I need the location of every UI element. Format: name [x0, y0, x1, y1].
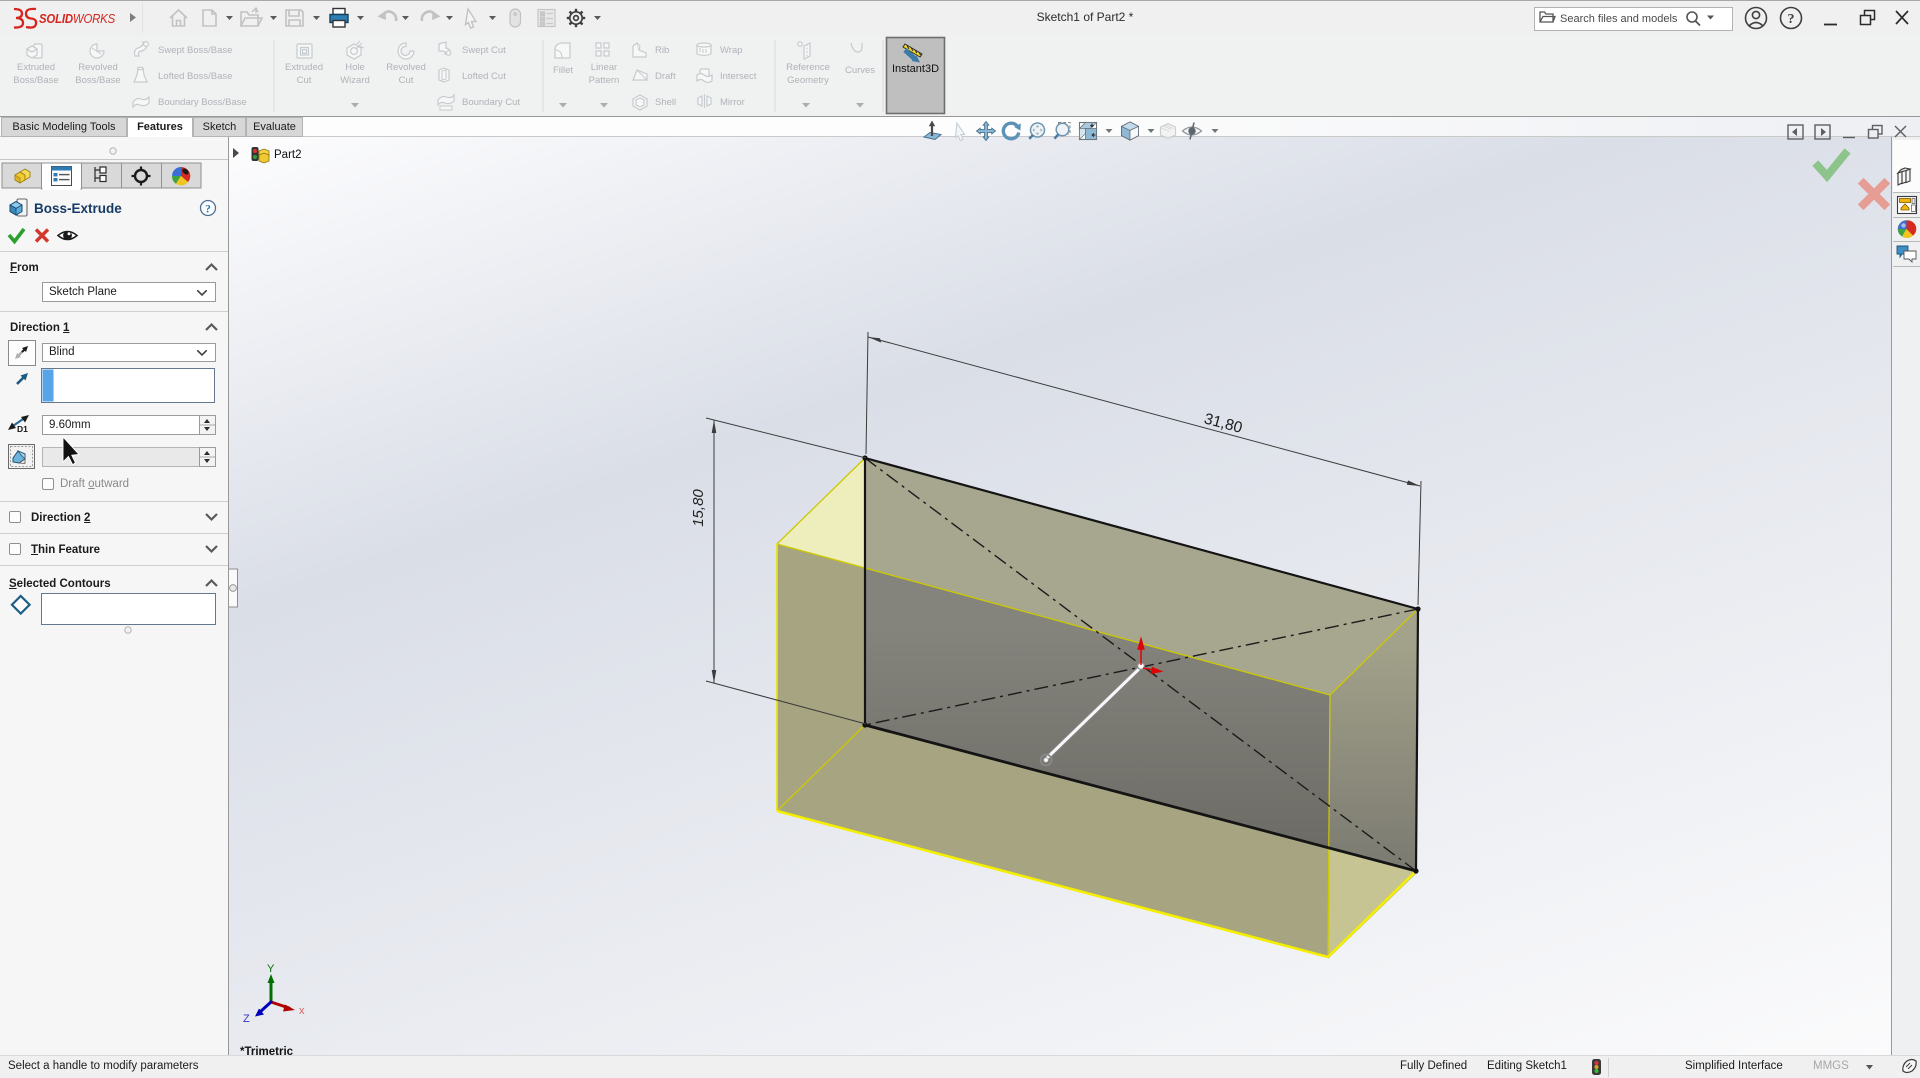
svg-text:Z: Z [243, 1013, 250, 1025]
svg-text:*Trimetric: *Trimetric [240, 1046, 294, 1055]
svg-text:Y: Y [267, 963, 275, 975]
svg-text:D1: D1 [17, 424, 28, 434]
svg-text:x: x [299, 1005, 305, 1017]
svg-text:SOLIDWORKS: SOLIDWORKS [39, 11, 115, 26]
svg-text:?: ? [205, 204, 211, 216]
svg-text:?: ? [1788, 12, 1795, 27]
svg-text:Part2: Part2 [274, 149, 302, 161]
svg-text:15,80: 15,80 [690, 489, 707, 527]
